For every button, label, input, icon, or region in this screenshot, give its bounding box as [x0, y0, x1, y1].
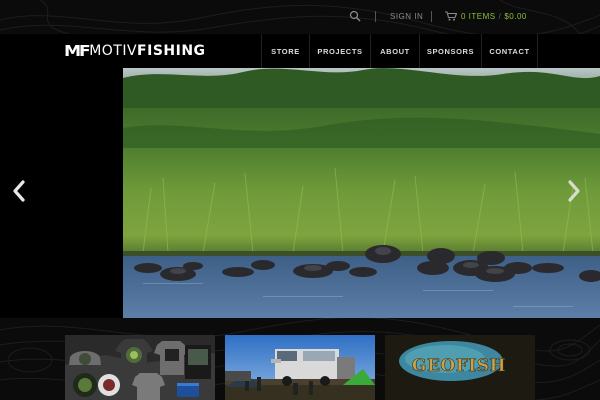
logo-wordmark: MOTIVFISHING — [89, 43, 205, 59]
search-icon[interactable] — [349, 10, 361, 22]
cart-icon[interactable] — [445, 11, 457, 21]
site-logo[interactable]: MF MOTIVFISHING — [64, 41, 206, 61]
hero-slider — [0, 68, 600, 318]
sign-in-link[interactable]: SIGN IN — [390, 12, 423, 21]
cart-separator: / — [498, 12, 502, 21]
nav-about[interactable]: ABOUT — [370, 34, 419, 68]
cart-total: $0.00 — [504, 12, 527, 21]
logo-mark: MF — [64, 42, 91, 60]
thumbnail-store[interactable] — [65, 335, 215, 400]
hero-image — [123, 68, 600, 318]
geofish-logo-text: GEOFISH — [412, 356, 506, 376]
thumbnail-geofish[interactable]: GEOFISH — [385, 335, 535, 400]
divider — [375, 11, 376, 22]
divider — [431, 11, 432, 22]
logo-word-fishing: FISHING — [137, 43, 206, 59]
nav-store[interactable]: STORE — [261, 34, 309, 68]
cart-item-count: 0 ITEMS — [461, 12, 496, 21]
logo-word-motiv: MOTIV — [89, 43, 138, 59]
utility-bar: SIGN IN 0 ITEMS / $0.00 — [0, 0, 600, 34]
nav-contact[interactable]: CONTACT — [481, 34, 538, 68]
site-header: MF MOTIVFISHING STORE PROJECTS ABOUT SPO… — [0, 34, 600, 68]
chevron-right-icon[interactable] — [566, 180, 582, 202]
cart-summary[interactable]: 0 ITEMS / $0.00 — [461, 12, 527, 21]
main-nav: STORE PROJECTS ABOUT SPONSORS CONTACT — [261, 34, 538, 68]
nav-sponsors[interactable]: SPONSORS — [419, 34, 481, 68]
thumbnail-projects[interactable] — [225, 335, 375, 400]
chevron-left-icon[interactable] — [11, 180, 27, 202]
nav-projects[interactable]: PROJECTS — [309, 34, 370, 68]
